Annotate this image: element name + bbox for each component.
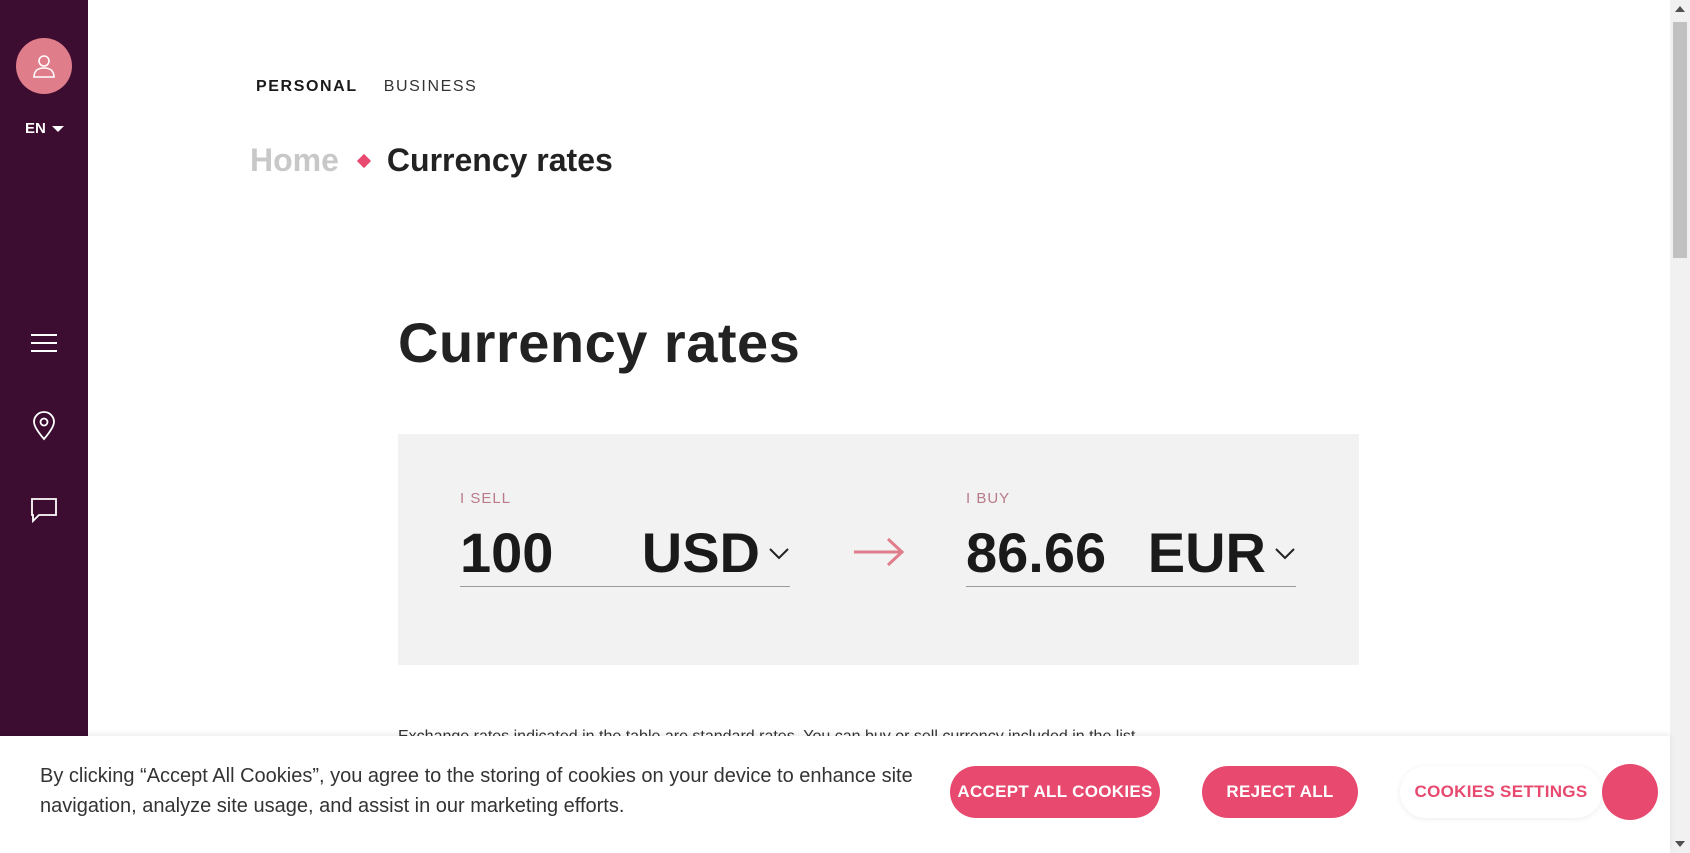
chat-launcher-button[interactable]: [1602, 764, 1658, 820]
chevron-down-icon: [769, 548, 789, 560]
buy-currency-select[interactable]: EUR: [1148, 523, 1296, 583]
language-label: EN: [25, 120, 46, 137]
locations-button[interactable]: [26, 408, 62, 444]
buy-amount-input[interactable]: 86.66: [966, 523, 1106, 583]
location-pin-icon: [33, 411, 55, 441]
breadcrumb: Home Currency rates: [250, 142, 613, 179]
sell-label: I SELL: [460, 490, 512, 507]
sidebar: EN: [0, 0, 88, 853]
scroll-down-arrow-icon[interactable]: [1675, 841, 1685, 847]
sell-currency-select[interactable]: USD: [642, 523, 790, 583]
chat-button[interactable]: [26, 492, 62, 528]
currency-converter: I SELL 100 USD I BUY 86.66 EUR: [398, 434, 1359, 665]
tab-personal[interactable]: PERSONAL: [256, 78, 358, 96]
reject-all-button[interactable]: REJECT ALL: [1202, 766, 1358, 818]
tab-business[interactable]: BUSINESS: [384, 78, 478, 96]
accept-all-cookies-button[interactable]: ACCEPT ALL COOKIES: [950, 766, 1160, 818]
breadcrumb-current: Currency rates: [386, 142, 613, 178]
segment-nav: PERSONAL BUSINESS: [256, 78, 477, 96]
buy-label: I BUY: [966, 490, 1011, 507]
caret-down-icon: [51, 125, 64, 132]
arrow-right-icon: [854, 537, 905, 567]
page-title: Currency rates: [398, 311, 801, 374]
sell-currency-code: USD: [641, 521, 760, 584]
breadcrumb-separator-icon: [356, 153, 371, 168]
user-icon: [33, 55, 55, 78]
sell-amount-input[interactable]: 100: [460, 523, 553, 583]
menu-icon: [31, 334, 57, 352]
scrollbar-thumb[interactable]: [1673, 22, 1687, 258]
cookie-banner: By clicking “Accept All Cookies”, you ag…: [0, 736, 1670, 853]
cookie-consent-text: By clicking “Accept All Cookies”, you ag…: [40, 765, 913, 817]
language-selector[interactable]: EN: [25, 120, 64, 137]
cookies-settings-button[interactable]: COOKIES SETTINGS: [1400, 766, 1602, 818]
page-scrollbar[interactable]: [1670, 0, 1690, 853]
buy-input-row: 86.66 EUR: [966, 517, 1296, 587]
sell-field: I SELL 100 USD: [460, 490, 790, 587]
breadcrumb-home-link[interactable]: Home: [250, 142, 339, 179]
chat-icon: [31, 498, 57, 524]
buy-field: I BUY 86.66 EUR: [966, 490, 1296, 587]
sell-input-row: 100 USD: [460, 517, 790, 587]
menu-button[interactable]: [26, 325, 62, 361]
chevron-down-icon: [1275, 548, 1295, 560]
user-account-button[interactable]: [16, 38, 72, 94]
scroll-up-arrow-icon[interactable]: [1675, 6, 1685, 12]
buy-currency-code: EUR: [1147, 521, 1266, 584]
